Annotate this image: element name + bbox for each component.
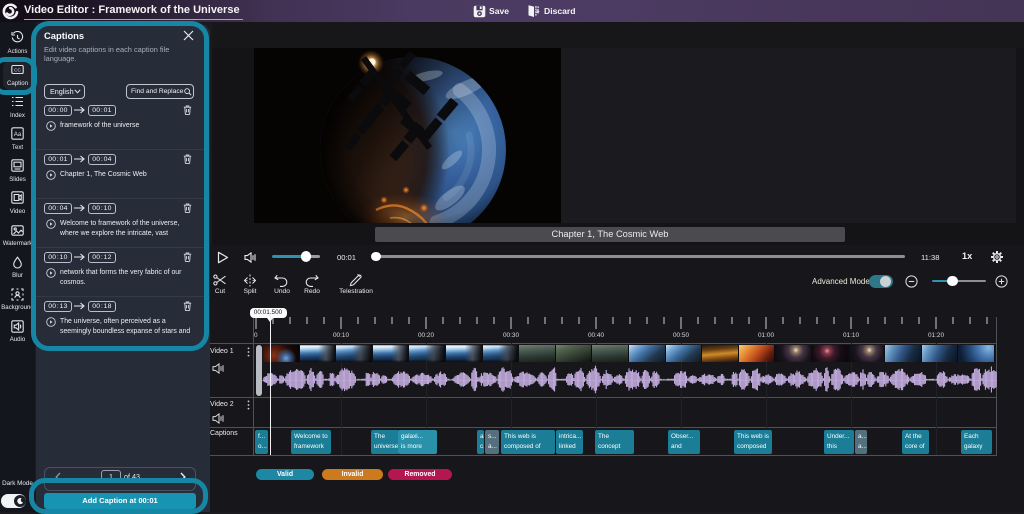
svg-text:Aa: Aa [14, 132, 22, 138]
svg-text:CC: CC [14, 67, 21, 72]
